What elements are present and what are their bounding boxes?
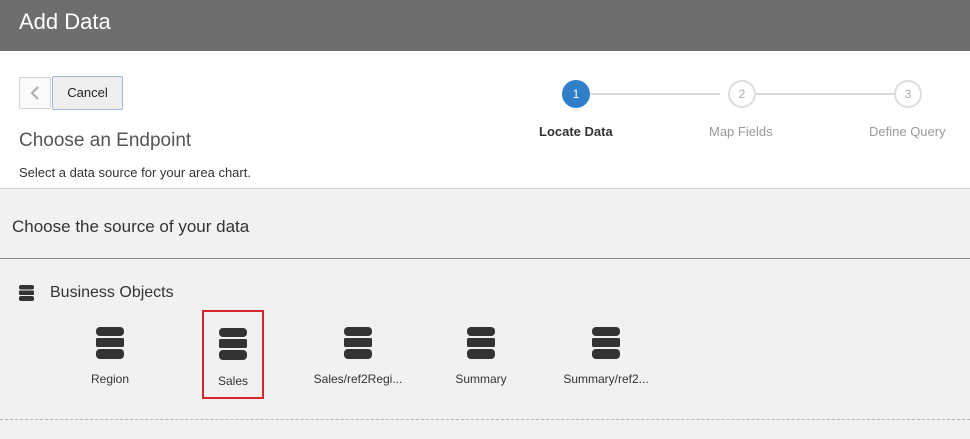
business-object-tile[interactable]: Region xyxy=(45,312,175,398)
title-bar: Add Data xyxy=(0,0,970,51)
step-2-circle[interactable]: 2 xyxy=(728,80,756,108)
section-divider xyxy=(0,258,970,259)
business-object-tile[interactable]: Summary/ref2... xyxy=(541,312,671,398)
tile-label: Summary/ref2... xyxy=(563,372,649,386)
tile-label: Sales xyxy=(217,374,249,388)
step-connector xyxy=(590,93,720,95)
window-title: Add Data xyxy=(19,9,111,34)
step-1-label[interactable]: Locate Data xyxy=(539,124,613,139)
business-object-tile-selected[interactable]: Sales xyxy=(202,310,264,399)
tile-label: Summary xyxy=(455,372,507,386)
group-label: Business Objects xyxy=(50,284,174,301)
step-connector xyxy=(756,93,896,95)
wizard-header: Cancel Choose an Endpoint Select a data … xyxy=(0,51,970,189)
tile-label: Sales/ref2Regi... xyxy=(313,372,403,386)
business-object-tile[interactable]: Summary xyxy=(416,312,546,398)
group-separator xyxy=(0,419,970,420)
step-3-circle[interactable]: 3 xyxy=(894,80,922,108)
step-1-circle[interactable]: 1 xyxy=(562,80,590,108)
step-2-label[interactable]: Map Fields xyxy=(709,124,773,139)
section-title: Choose the source of your data xyxy=(12,217,250,236)
database-icon xyxy=(344,327,372,359)
database-icon xyxy=(96,327,124,359)
database-icon xyxy=(219,328,247,360)
database-icon xyxy=(592,327,620,359)
step-indicator: 1 2 3 Locate Data Map Fields Define Quer… xyxy=(0,51,970,189)
business-object-tile[interactable]: Sales/ref2Regi... xyxy=(293,312,423,398)
tile-label: Region xyxy=(90,372,130,386)
step-3-label[interactable]: Define Query xyxy=(869,124,946,139)
database-icon xyxy=(19,285,34,301)
database-icon xyxy=(467,327,495,359)
